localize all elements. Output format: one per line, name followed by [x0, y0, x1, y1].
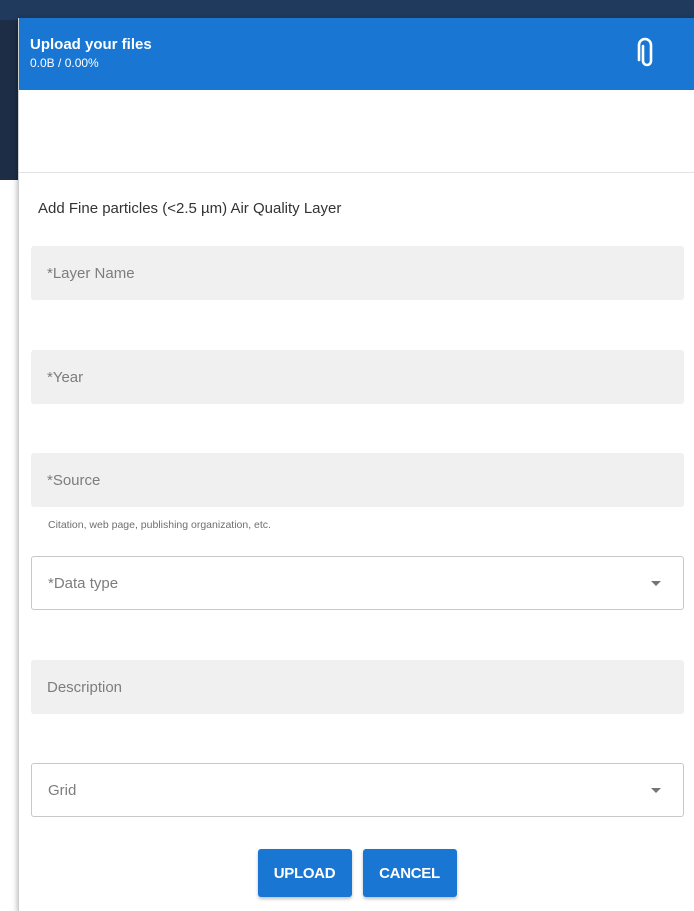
upload-header-title: Upload your files	[30, 36, 152, 53]
year-input[interactable]: *Year	[31, 350, 684, 404]
upload-progress-text: 0.0B / 0.00%	[30, 56, 99, 70]
source-hint: Citation, web page, publishing organizat…	[48, 519, 271, 531]
source-placeholder: *Source	[47, 471, 101, 489]
layer-name-input[interactable]: *Layer Name	[31, 246, 684, 300]
upload-header: Upload your files 0.0B / 0.00%	[19, 18, 694, 90]
description-placeholder: Description	[47, 678, 123, 696]
upload-layer-dialog: Upload your files 0.0B / 0.00% Add Fine …	[18, 18, 694, 911]
backdrop-left-edge	[0, 20, 18, 180]
dialog-actions: UPLOAD CANCEL	[19, 849, 694, 897]
grid-placeholder: Grid	[48, 781, 77, 799]
description-input[interactable]: Description	[31, 660, 684, 714]
backdrop-top-bar	[0, 0, 694, 20]
chevron-down-icon	[651, 580, 661, 586]
upload-button[interactable]: UPLOAD	[257, 849, 352, 897]
year-placeholder: *Year	[47, 368, 84, 386]
upload-dropzone-area[interactable]	[19, 90, 694, 173]
cancel-button[interactable]: CANCEL	[362, 849, 457, 897]
attach-files-button[interactable]	[636, 37, 658, 71]
layer-name-placeholder: *Layer Name	[47, 264, 135, 282]
data-type-placeholder: *Data type	[48, 574, 119, 592]
paperclip-icon	[637, 37, 653, 67]
data-type-select[interactable]: *Data type	[31, 556, 684, 610]
form-title: Add Fine particles (<2.5 µm) Air Quality…	[38, 200, 342, 217]
source-input[interactable]: *Source	[31, 453, 684, 507]
grid-select[interactable]: Grid	[31, 763, 684, 817]
chevron-down-icon	[651, 787, 661, 793]
